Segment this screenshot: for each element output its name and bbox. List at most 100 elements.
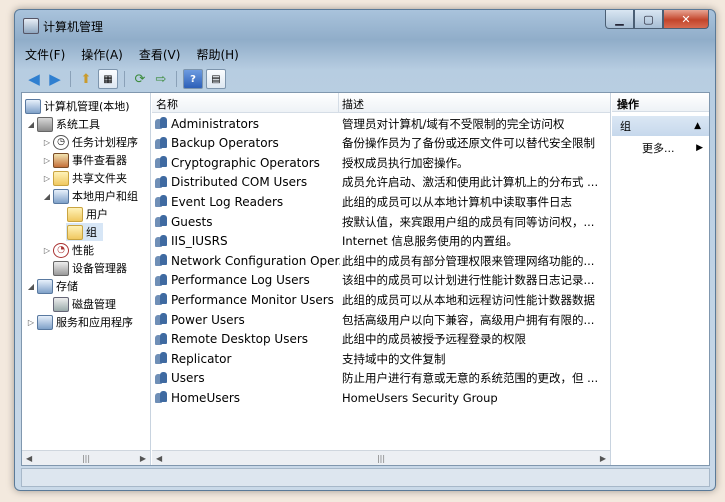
forward-icon[interactable]: ▶ [46, 70, 64, 88]
group-description: 成员允许启动、激活和使用此计算机上的分布式 ... [342, 175, 599, 190]
expand-arrow-icon[interactable]: ▷ [42, 156, 52, 165]
group-name: Performance Monitor Users [171, 292, 334, 307]
table-row[interactable]: Distributed COM Users 成员允许启动、激活和使用此计算机上的分… [152, 173, 610, 192]
table-row[interactable]: Power Users 包括高级用户以向下兼容，高级用户拥有有限的... [152, 310, 610, 329]
performance-icon: ◔ [53, 242, 69, 258]
tree-item-performance[interactable]: ▷ ◔ 性能 [42, 241, 94, 259]
table-row[interactable]: Backup Operators 备份操作员为了备份或还原文件可以替代安全限制 [152, 134, 610, 153]
expand-arrow-icon[interactable]: ▷ [42, 246, 52, 255]
tree-item-device-manager[interactable]: 设备管理器 [52, 259, 127, 277]
table-row[interactable]: Performance Log Users 该组中的成员可以计划进行性能计数器日志… [152, 271, 610, 290]
column-divider[interactable] [338, 93, 339, 112]
scroll-right-icon[interactable]: ▶ [140, 454, 146, 463]
table-row[interactable]: HomeUsers HomeUsers Security Group [152, 388, 610, 407]
status-bar [21, 468, 710, 487]
tree-item-groups[interactable]: 组 [66, 223, 103, 241]
up-icon[interactable]: ⬆ [77, 70, 95, 88]
tree-item-shared-folders[interactable]: ▷ 共享文件夹 [42, 169, 127, 187]
expand-arrow-icon[interactable]: ▷ [42, 174, 52, 183]
table-row[interactable]: Replicator 支持域中的文件复制 [152, 349, 610, 368]
tree-horizontal-scrollbar[interactable]: ◀ ||| ▶ [22, 450, 150, 465]
tree-item-label: 设备管理器 [72, 262, 127, 275]
close-icon: ✕ [681, 12, 691, 26]
close-button[interactable]: ✕ [663, 10, 709, 29]
expand-arrow-icon[interactable]: ▷ [26, 318, 36, 327]
collapse-arrow-icon[interactable]: ◢ [26, 120, 36, 129]
menu-file[interactable]: 文件(F) [19, 46, 71, 63]
table-row[interactable]: Remote Desktop Users 此组中的成员被授予远程登录的权限 [152, 330, 610, 349]
minimize-icon: ▁ [615, 12, 624, 26]
scrollbar-grip-icon[interactable]: ||| [377, 454, 385, 463]
tree-item-label: 任务计划程序 [72, 136, 138, 149]
export-icon[interactable]: ⇨ [152, 70, 170, 88]
column-header-name[interactable]: 名称 [156, 96, 178, 112]
table-row[interactable]: IIS_IUSRS Internet 信息服务使用的内置组。 [152, 232, 610, 251]
tree-item-disk-management[interactable]: 磁盘管理 [52, 295, 116, 313]
toolbar-separator [124, 71, 125, 87]
refresh-icon[interactable]: ⟳ [131, 70, 149, 88]
tree-item-system-tools[interactable]: ◢ 系统工具 [26, 115, 100, 133]
group-name: Users [171, 371, 205, 386]
scroll-left-icon[interactable]: ◀ [26, 454, 32, 463]
actions-group-section[interactable]: 组 ▲ [612, 116, 709, 136]
menu-help[interactable]: 帮助(H) [190, 46, 244, 63]
minimize-button[interactable]: ▁ [605, 10, 634, 29]
tree-item-services-applications[interactable]: ▷ 服务和应用程序 [26, 313, 133, 331]
group-description: Internet 信息服务使用的内置组。 [342, 234, 518, 249]
group-name-cell: Power Users [155, 313, 340, 327]
title-bar[interactable]: 计算机管理 ▁ ▢ ✕ [15, 10, 715, 40]
maximize-button[interactable]: ▢ [634, 10, 663, 29]
group-icon [155, 117, 168, 130]
table-row[interactable]: Administrators 管理员对计算机/域有不受限制的完全访问权 [152, 114, 610, 133]
group-description: HomeUsers Security Group [342, 390, 498, 405]
list-header: 名称 描述 [152, 93, 610, 113]
tree-item-local-users-groups[interactable]: ◢ 本地用户和组 [42, 187, 138, 205]
toolbar-separator [176, 71, 177, 87]
menu-action[interactable]: 操作(A) [75, 46, 129, 63]
show-tree-icon[interactable]: ▦ [98, 69, 118, 89]
storage-icon [37, 278, 53, 294]
tree-item-label: 磁盘管理 [72, 298, 116, 311]
group-name-cell: Guests [155, 215, 340, 229]
properties-icon[interactable]: ▤ [206, 69, 226, 89]
tree-item-computer-management[interactable]: 计算机管理(本地) [24, 97, 130, 115]
collapse-arrow-icon[interactable]: ◢ [26, 282, 36, 291]
table-row[interactable]: Performance Monitor Users 此组的成员可以从本地和远程访问… [152, 290, 610, 309]
table-row[interactable]: Event Log Readers 此组的成员可以从本地计算机中读取事件日志 [152, 192, 610, 211]
back-icon[interactable]: ◀ [25, 70, 43, 88]
tree-item-task-scheduler[interactable]: ▷ ◷ 任务计划程序 [42, 133, 138, 151]
collapse-arrow-icon[interactable]: ◢ [42, 192, 52, 201]
folder-icon [67, 206, 83, 222]
group-icon [155, 234, 168, 248]
scroll-right-icon[interactable]: ▶ [600, 454, 606, 463]
column-header-description[interactable]: 描述 [342, 96, 364, 112]
maximize-icon: ▢ [643, 12, 654, 26]
scrollbar-grip-icon[interactable]: ||| [82, 454, 90, 463]
help-icon[interactable]: ? [183, 69, 203, 89]
tree-item-label: 共享文件夹 [72, 172, 127, 185]
scroll-left-icon[interactable]: ◀ [156, 454, 162, 463]
group-description: 支持域中的文件复制 [342, 351, 446, 366]
table-row[interactable]: Network Configuration Oper... 此组中的成员有部分管理… [152, 251, 610, 270]
table-row[interactable]: Users 防止用户进行有意或无意的系统范围的更改，但 ... [152, 369, 610, 388]
table-row[interactable]: Cryptographic Operators 授权成员执行加密操作。 [152, 153, 610, 172]
collapse-up-icon[interactable]: ▲ [694, 121, 701, 131]
group-name-cell: Cryptographic Operators [155, 156, 340, 170]
group-icon [155, 195, 168, 208]
tree-item-event-viewer[interactable]: ▷ 事件查看器 [42, 151, 127, 169]
group-name: Administrators [171, 116, 260, 131]
tree-item-label: 计算机管理(本地) [44, 100, 130, 113]
group-description: 按默认值，来宾跟用户组的成员有同等访问权，... [342, 214, 595, 229]
group-name-cell: Performance Monitor Users [155, 293, 340, 307]
menu-view[interactable]: 查看(V) [133, 46, 187, 63]
group-name-cell: Performance Log Users [155, 273, 340, 287]
table-row[interactable]: Guests 按默认值，来宾跟用户组的成员有同等访问权，... [152, 212, 610, 231]
expand-arrow-icon[interactable]: ▷ [42, 138, 52, 147]
tree-item-users[interactable]: 用户 [66, 205, 108, 223]
shared-folder-icon [53, 170, 69, 186]
computer-management-icon [25, 98, 41, 114]
tree-item-storage[interactable]: ◢ 存储 [26, 277, 78, 295]
actions-more-item[interactable]: 更多... ▶ [612, 138, 709, 158]
group-name: Guests [171, 214, 213, 229]
list-horizontal-scrollbar[interactable]: ◀ ||| ▶ [152, 450, 610, 465]
